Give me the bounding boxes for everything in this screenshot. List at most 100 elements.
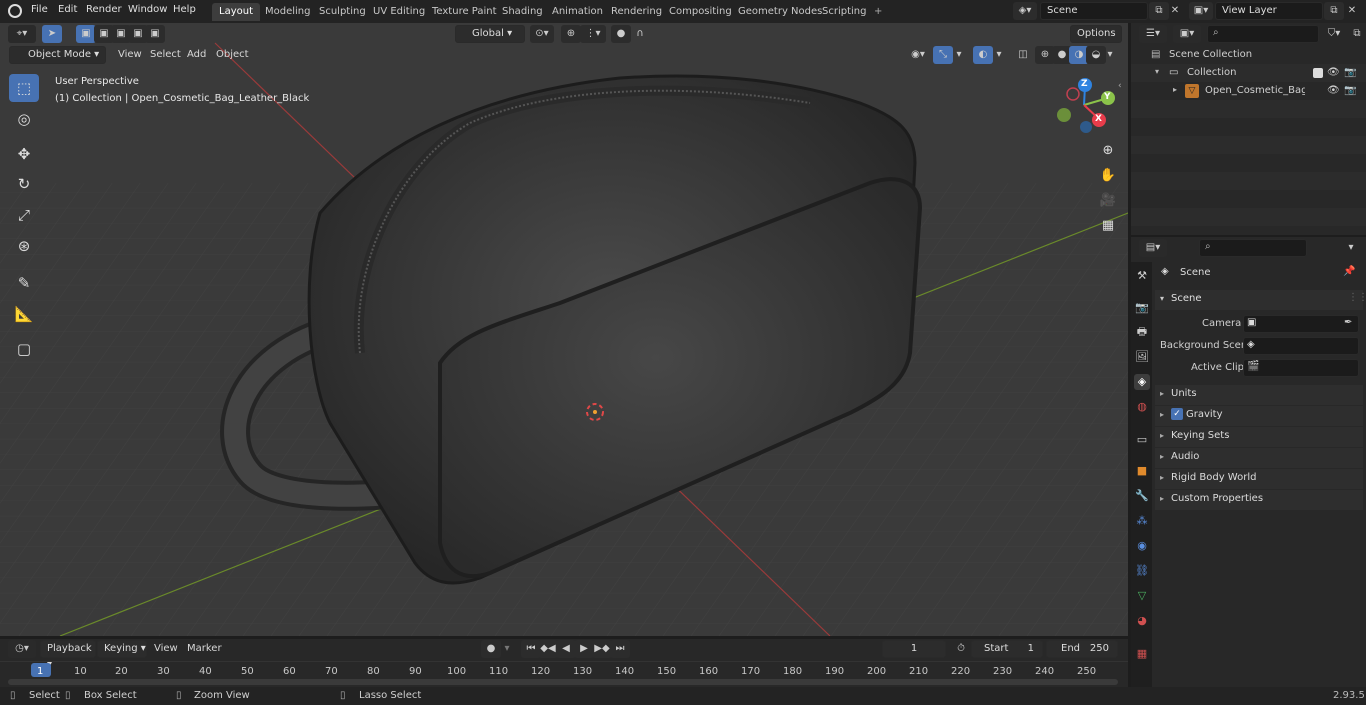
filter-icon[interactable]: ⛉▾ — [1321, 25, 1347, 43]
playback-menu[interactable]: Playback ▾ — [40, 640, 96, 670]
view-layer-field[interactable]: View Layer — [1215, 2, 1323, 20]
tool-move-icon[interactable]: ✥ — [9, 140, 39, 168]
outliner-row-scene-collection[interactable]: ▤ Scene Collection — [1131, 46, 1366, 64]
keying-menu[interactable]: Keying ▾ — [97, 640, 147, 658]
object-mode-dropdown[interactable]: Object Mode ▾ — [9, 46, 106, 64]
tool-tab-icon[interactable]: ⚒ — [1134, 268, 1150, 284]
tab-rendering[interactable]: Rendering — [604, 3, 669, 21]
record-dropdown-icon[interactable]: ▾ — [500, 640, 514, 658]
particles-tab-icon[interactable]: ⁂ — [1134, 513, 1150, 529]
end-frame-field[interactable]: End 250 — [1046, 640, 1118, 658]
gravity-checkbox[interactable]: ✓ — [1171, 408, 1183, 420]
select-intersect-icon[interactable]: ▣ — [145, 25, 165, 43]
select-new-icon[interactable]: ▣ — [76, 25, 96, 43]
tool-scale-icon[interactable]: ⤢ — [9, 201, 39, 229]
object-tab-icon[interactable]: ■ — [1134, 463, 1150, 479]
collection-tab-icon[interactable]: ▭ — [1134, 432, 1150, 448]
tool-annotate-icon[interactable]: ✎ — [9, 269, 39, 297]
sidebar-toggle-icon[interactable]: ‹ — [1118, 81, 1122, 91]
properties-editor-type-icon[interactable]: ▤▾ — [1139, 239, 1167, 257]
display-mode-icon[interactable]: ▣▾ — [1173, 25, 1201, 43]
view-layer-icon[interactable]: ▣▾ — [1189, 2, 1213, 20]
background-scene-field[interactable] — [1243, 337, 1359, 355]
outliner-row-object[interactable]: ▸ ▽ Open_Cosmetic_Bag_Lea 👁 📷 — [1131, 82, 1366, 100]
tool-cursor-icon[interactable]: ◎ — [9, 105, 39, 133]
collection-visibility-eye-icon[interactable]: 👁 — [1327, 67, 1340, 78]
close-view-layer-icon[interactable]: ✕ — [1342, 2, 1362, 20]
custom-properties-expand-icon[interactable]: ▸ — [1160, 494, 1164, 503]
gravity-expand-icon[interactable]: ▸ — [1160, 410, 1164, 419]
menu-file[interactable]: File — [31, 4, 48, 15]
shading-dropdown-icon[interactable]: ▾ — [1104, 46, 1116, 64]
scene-name-field[interactable]: Scene — [1040, 2, 1148, 20]
object-visibility-eye-icon[interactable]: 👁 — [1327, 85, 1340, 96]
play-icon[interactable]: ▶ — [574, 640, 594, 658]
physics-tab-icon[interactable]: ◉ — [1134, 538, 1150, 554]
output-tab-icon[interactable]: 🖶 — [1134, 324, 1150, 340]
blender-logo-icon[interactable] — [8, 4, 22, 18]
transform-orientation-dropdown[interactable]: Global ▾ — [455, 25, 525, 43]
visibility-icon[interactable]: ◉▾ — [903, 46, 933, 64]
shading-rendered-icon[interactable]: ◒ — [1086, 46, 1106, 64]
snap-toggle-icon[interactable]: ⊕ — [561, 25, 581, 43]
tool-rotate-icon[interactable]: ↻ — [9, 170, 39, 198]
properties-options-icon[interactable]: ▾ — [1341, 239, 1361, 257]
overlay-toggle-icon[interactable]: ◐ — [973, 46, 993, 64]
object-render-camera-icon[interactable]: 📷 — [1344, 85, 1356, 96]
snap-type-icon[interactable]: ⋮▾ — [580, 25, 606, 43]
next-keyframe-icon[interactable]: ▶◆ — [592, 640, 612, 658]
render-tab-icon[interactable]: 📷 — [1134, 300, 1150, 316]
material-tab-icon[interactable]: ◕ — [1134, 613, 1150, 629]
camera-view-icon[interactable]: 🎥 — [1098, 191, 1118, 211]
object-expand-icon[interactable]: ▸ — [1173, 85, 1177, 94]
timeline-editor[interactable]: ◷▾ Playback ▾ Keying ▾ View Marker ● ▾ ⏮… — [0, 639, 1128, 687]
pan-hand-icon[interactable]: ✋ — [1098, 166, 1118, 186]
scene-tab-icon[interactable]: ◈ — [1134, 374, 1150, 390]
gizmo-dropdown-icon[interactable]: ▾ — [953, 46, 965, 64]
outliner-search-input[interactable] — [1207, 25, 1319, 43]
tab-compositing[interactable]: Compositing — [662, 3, 739, 21]
texture-tab-icon[interactable]: ▦ — [1134, 646, 1150, 662]
jump-end-icon[interactable]: ⏭ — [610, 640, 630, 658]
ortho-grid-icon[interactable]: ▦ — [1098, 216, 1118, 236]
new-view-layer-icon[interactable]: ⧉ — [1324, 2, 1344, 20]
tab-texture-paint[interactable]: Texture Paint — [425, 3, 504, 21]
timeline-editor-type-icon[interactable]: ◷▾ — [8, 640, 36, 658]
proportional-edit-icon[interactable]: ● — [611, 25, 631, 43]
stopwatch-icon[interactable]: ⏱ — [951, 640, 971, 658]
view-layer-tab-icon[interactable]: 🖼 — [1134, 349, 1150, 365]
data-tab-icon[interactable]: ▽ — [1134, 588, 1150, 604]
camera-field[interactable] — [1243, 315, 1359, 333]
modifier-tab-icon[interactable]: 🔧 — [1134, 488, 1150, 504]
record-icon[interactable]: ● — [481, 640, 501, 658]
3d-viewport[interactable]: Z Y X ⌖▾ ➤ ▣ ▣ ▣ ▣ ▣ Global ▾ ⊙▾ ⊕ ⋮▾ ● … — [0, 23, 1128, 636]
gizmo-toggle-icon[interactable]: ⤡ — [933, 46, 953, 64]
current-frame-field[interactable]: 1 — [882, 640, 946, 658]
collection-expand-icon[interactable]: ▾ — [1155, 67, 1159, 76]
units-expand-icon[interactable]: ▸ — [1160, 389, 1164, 398]
viewport-menu-add[interactable]: Add — [183, 46, 210, 64]
add-workspace-button[interactable]: + — [867, 3, 889, 21]
menu-edit[interactable]: Edit — [58, 4, 77, 15]
viewport-menu-select[interactable]: Select — [146, 46, 185, 64]
rigid-body-expand-icon[interactable]: ▸ — [1160, 473, 1164, 482]
scene-type-icon[interactable]: ◈▾ — [1013, 2, 1037, 20]
active-clip-field[interactable] — [1243, 359, 1359, 377]
tool-add-cube-icon[interactable]: ▢ — [9, 335, 39, 363]
outliner-editor-type-icon[interactable]: ☰▾ — [1139, 25, 1167, 43]
viewport-menu-view[interactable]: View — [114, 46, 146, 64]
close-scene-icon[interactable]: ✕ — [1165, 2, 1185, 20]
timeline-scrollbar[interactable] — [8, 679, 1118, 685]
new-collection-icon[interactable]: ⧉ — [1347, 25, 1366, 43]
outliner-row-collection[interactable]: ▾ ▭ Collection 👁 📷 — [1131, 64, 1366, 82]
pivot-point-icon[interactable]: ⊙▾ — [530, 25, 554, 43]
drag-handle-icon[interactable]: ⋮⋮ — [1348, 292, 1366, 303]
editor-type-icon[interactable]: ⌖▾ — [8, 25, 36, 43]
play-reverse-icon[interactable]: ◀ — [556, 640, 576, 658]
collection-checkbox[interactable] — [1313, 68, 1323, 78]
collection-render-camera-icon[interactable]: 📷 — [1344, 67, 1356, 78]
properties-search-input[interactable] — [1199, 239, 1307, 257]
tab-scripting[interactable]: Scripting — [815, 3, 873, 21]
overlay-dropdown-icon[interactable]: ▾ — [993, 46, 1005, 64]
options-dropdown[interactable]: Options ▾ — [1070, 25, 1122, 55]
